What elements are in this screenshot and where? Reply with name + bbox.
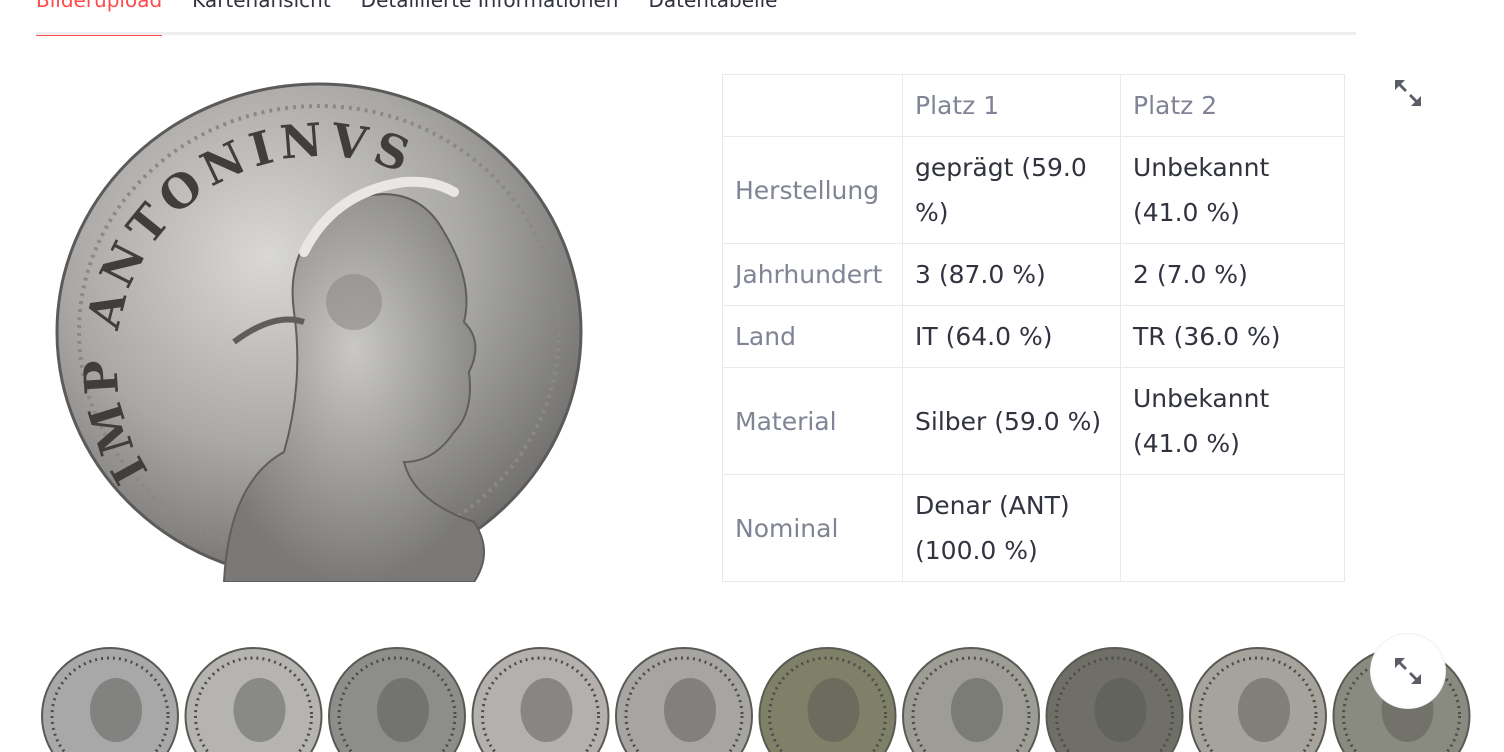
- row-label: Nominal: [722, 474, 903, 582]
- expand-gallery-icon[interactable]: [1371, 634, 1445, 708]
- coin-thumbnail[interactable]: [902, 647, 1040, 752]
- tab-kartenansicht[interactable]: Kartenansicht: [192, 0, 331, 34]
- cell-platz-1: Denar (ANT) (100.0 %): [902, 474, 1121, 582]
- coin-thumbnail[interactable]: [615, 647, 753, 752]
- prediction-table: Platz 1 Platz 2 Herstellung geprägt (59.…: [722, 74, 1345, 582]
- table-header-platz-1: Platz 1: [902, 74, 1121, 137]
- cell-platz-2: [1120, 474, 1345, 582]
- tab-bilderupload[interactable]: Bilderupload: [36, 0, 163, 36]
- uploaded-coin-image: IMP ANTONINVS: [54, 82, 584, 583]
- coin-thumbnail[interactable]: [471, 647, 610, 752]
- cell-platz-1: 3 (87.0 %): [902, 243, 1121, 306]
- table-row: Land IT (64.0 %) TR (36.0 %): [722, 305, 1345, 368]
- cell-platz-1: geprägt (59.0 %): [902, 136, 1121, 244]
- cell-platz-2: Unbekannt (41.0 %): [1120, 136, 1345, 244]
- cell-platz-2: Unbekannt (41.0 %): [1120, 367, 1345, 475]
- coin-thumbnail[interactable]: [41, 647, 179, 752]
- cell-platz-1: IT (64.0 %): [902, 305, 1121, 368]
- coin-thumbnail[interactable]: [1189, 647, 1327, 752]
- similar-coins-gallery: [40, 644, 1480, 752]
- table-row: Jahrhundert 3 (87.0 %) 2 (7.0 %): [722, 243, 1345, 306]
- coin-thumbnail[interactable]: [1045, 647, 1184, 752]
- table-header-empty: [722, 74, 903, 137]
- table-row: Herstellung geprägt (59.0 %) Unbekannt (…: [722, 136, 1345, 244]
- cell-platz-2: 2 (7.0 %): [1120, 243, 1345, 306]
- coin-thumbnail[interactable]: [328, 647, 466, 752]
- row-label: Material: [722, 367, 903, 475]
- row-label: Herstellung: [722, 136, 903, 244]
- tab-underline: [36, 32, 1356, 35]
- table-header-row: Platz 1 Platz 2: [722, 74, 1345, 137]
- table-row: Nominal Denar (ANT) (100.0 %): [722, 474, 1345, 582]
- cell-platz-2: TR (36.0 %): [1120, 305, 1345, 368]
- table-row: Material Silber (59.0 %) Unbekannt (41.0…: [722, 367, 1345, 475]
- tab-bar: Bilderupload Kartenansicht Detaillierte …: [36, 0, 1356, 36]
- cell-platz-1: Silber (59.0 %): [902, 367, 1121, 475]
- expand-icon[interactable]: [1391, 76, 1425, 110]
- coin-thumbnail[interactable]: [758, 647, 897, 752]
- row-label: Jahrhundert: [722, 243, 903, 306]
- tab-datentabelle[interactable]: Datentabelle: [648, 0, 777, 34]
- tab-detaillierte-informationen[interactable]: Detaillierte Informationen: [361, 0, 619, 34]
- coin-thumbnail[interactable]: [184, 647, 323, 752]
- row-label: Land: [722, 305, 903, 368]
- table-header-platz-2: Platz 2: [1120, 74, 1345, 137]
